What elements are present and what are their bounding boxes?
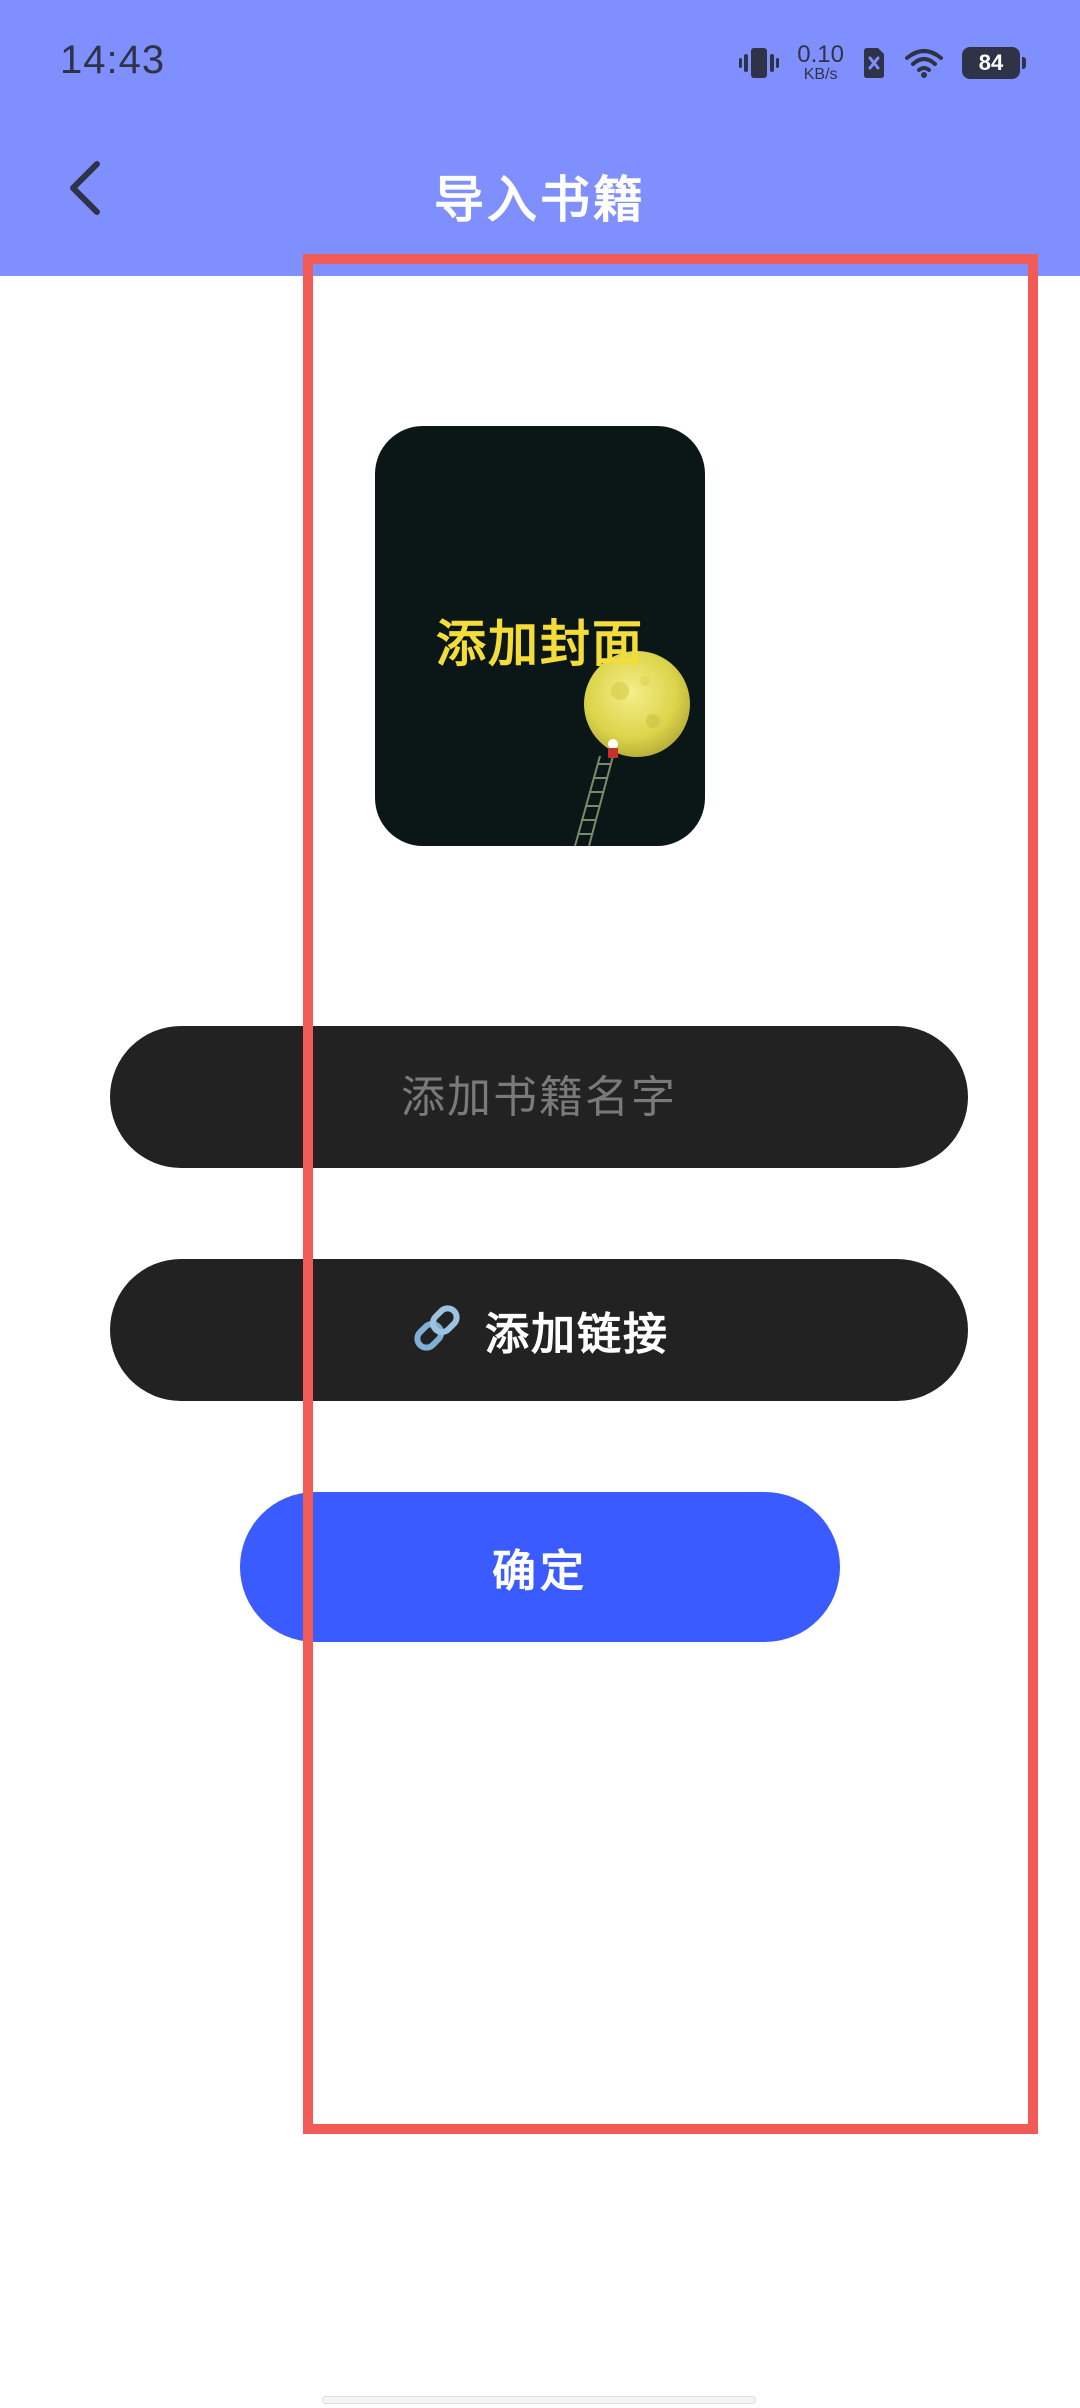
book-name-input[interactable] (187, 1070, 891, 1124)
vibrate-icon (739, 45, 780, 81)
add-cover-button[interactable]: 添加封面 (375, 426, 705, 846)
network-speed-value: 0.10 (797, 41, 844, 68)
confirm-button[interactable]: 确定 (240, 1492, 840, 1642)
sim-disabled-icon (862, 47, 886, 79)
status-icons: 0.10 KB/s 84 (739, 38, 1026, 88)
book-name-field[interactable] (110, 1026, 968, 1168)
wifi-icon (904, 47, 944, 79)
add-link-label: 添加链接 (485, 1309, 669, 1360)
status-time: 14:43 (60, 38, 166, 82)
link-icon (409, 1300, 465, 1360)
add-cover-label: 添加封面 (436, 615, 644, 673)
page-title: 导入书籍 (434, 171, 646, 229)
battery-icon: 84 (962, 47, 1026, 79)
network-speed: 0.10 KB/s (797, 43, 844, 83)
import-book-screen: 14:43 0.10 KB/s 84 导入书籍 添加封面 添加书籍名字 添加链接… (0, 0, 1080, 2408)
network-speed-unit: KB/s (803, 66, 838, 83)
app-header: 14:43 0.10 KB/s 84 导入书籍 (0, 0, 1080, 276)
add-link-button[interactable]: 添加链接 (110, 1259, 968, 1401)
home-indicator[interactable] (322, 2396, 756, 2404)
